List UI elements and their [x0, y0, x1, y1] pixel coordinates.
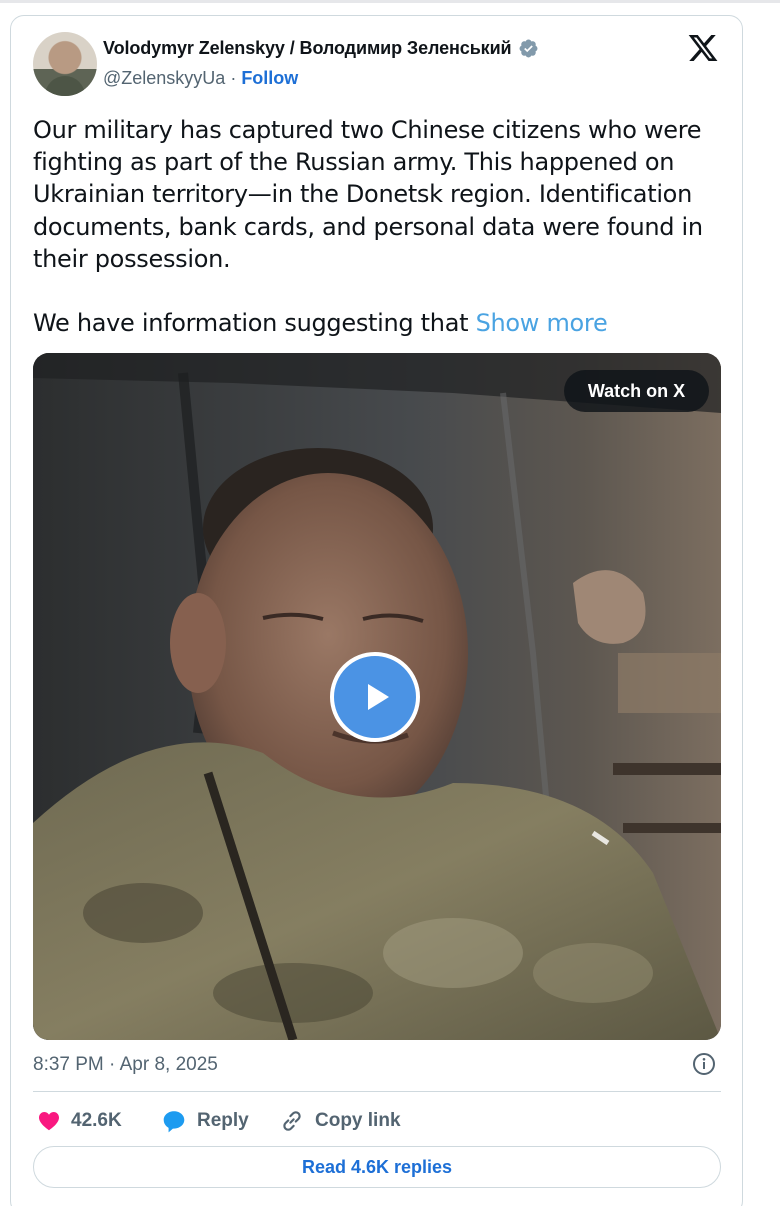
x-logo-icon[interactable]	[687, 32, 719, 64]
author-name-row: Volodymyr Zelenskyy / Володимир Зеленськ…	[103, 38, 539, 59]
tweet-paragraph-2-text: We have information suggesting that	[33, 309, 476, 338]
author-display-name[interactable]: Volodymyr Zelenskyy / Володимир Зеленськ…	[103, 38, 512, 59]
info-icon[interactable]	[692, 1052, 716, 1076]
tweet-paragraph-1: Our military has captured two Chinese ci…	[33, 116, 703, 273]
author-handle-row: @ZelenskyyUa · Follow	[103, 68, 298, 89]
follow-link[interactable]: Follow	[241, 68, 298, 89]
verified-badge-icon	[518, 38, 539, 59]
embedded-tweet-card: Volodymyr Zelenskyy / Володимир Зеленськ…	[10, 15, 743, 1206]
like-count: 42.6K	[71, 1110, 122, 1131]
video-media[interactable]: Watch on X	[33, 353, 721, 1040]
tweet-paragraph-2: We have information suggesting that Show…	[33, 307, 723, 339]
link-icon	[283, 1111, 301, 1131]
copy-link-label: Copy link	[315, 1110, 401, 1131]
copy-link-button[interactable]: Copy link	[279, 1106, 401, 1136]
avatar[interactable]	[33, 32, 97, 96]
author-handle[interactable]: @ZelenskyyUa	[103, 68, 225, 89]
watch-on-x-button[interactable]: Watch on X	[564, 370, 709, 412]
read-replies-button[interactable]: Read 4.6K replies	[33, 1146, 721, 1188]
heart-icon	[39, 1112, 59, 1131]
reply-label: Reply	[197, 1110, 249, 1131]
like-button[interactable]: 42.6K	[37, 1106, 122, 1136]
speech-bubble-icon	[163, 1111, 185, 1133]
page-top-rule	[0, 0, 780, 3]
show-more-link[interactable]: Show more	[476, 309, 608, 337]
tweet-actions: 42.6K Reply Copy link	[33, 1106, 721, 1136]
reply-button[interactable]: Reply	[161, 1106, 249, 1136]
play-icon	[368, 684, 389, 710]
handle-separator: ·	[230, 68, 237, 88]
tweet-timestamp[interactable]: 8:37 PM · Apr 8, 2025	[33, 1054, 218, 1076]
tweet-text: Our military has captured two Chinese ci…	[33, 114, 723, 339]
divider	[33, 1091, 721, 1092]
play-button[interactable]	[330, 652, 420, 742]
